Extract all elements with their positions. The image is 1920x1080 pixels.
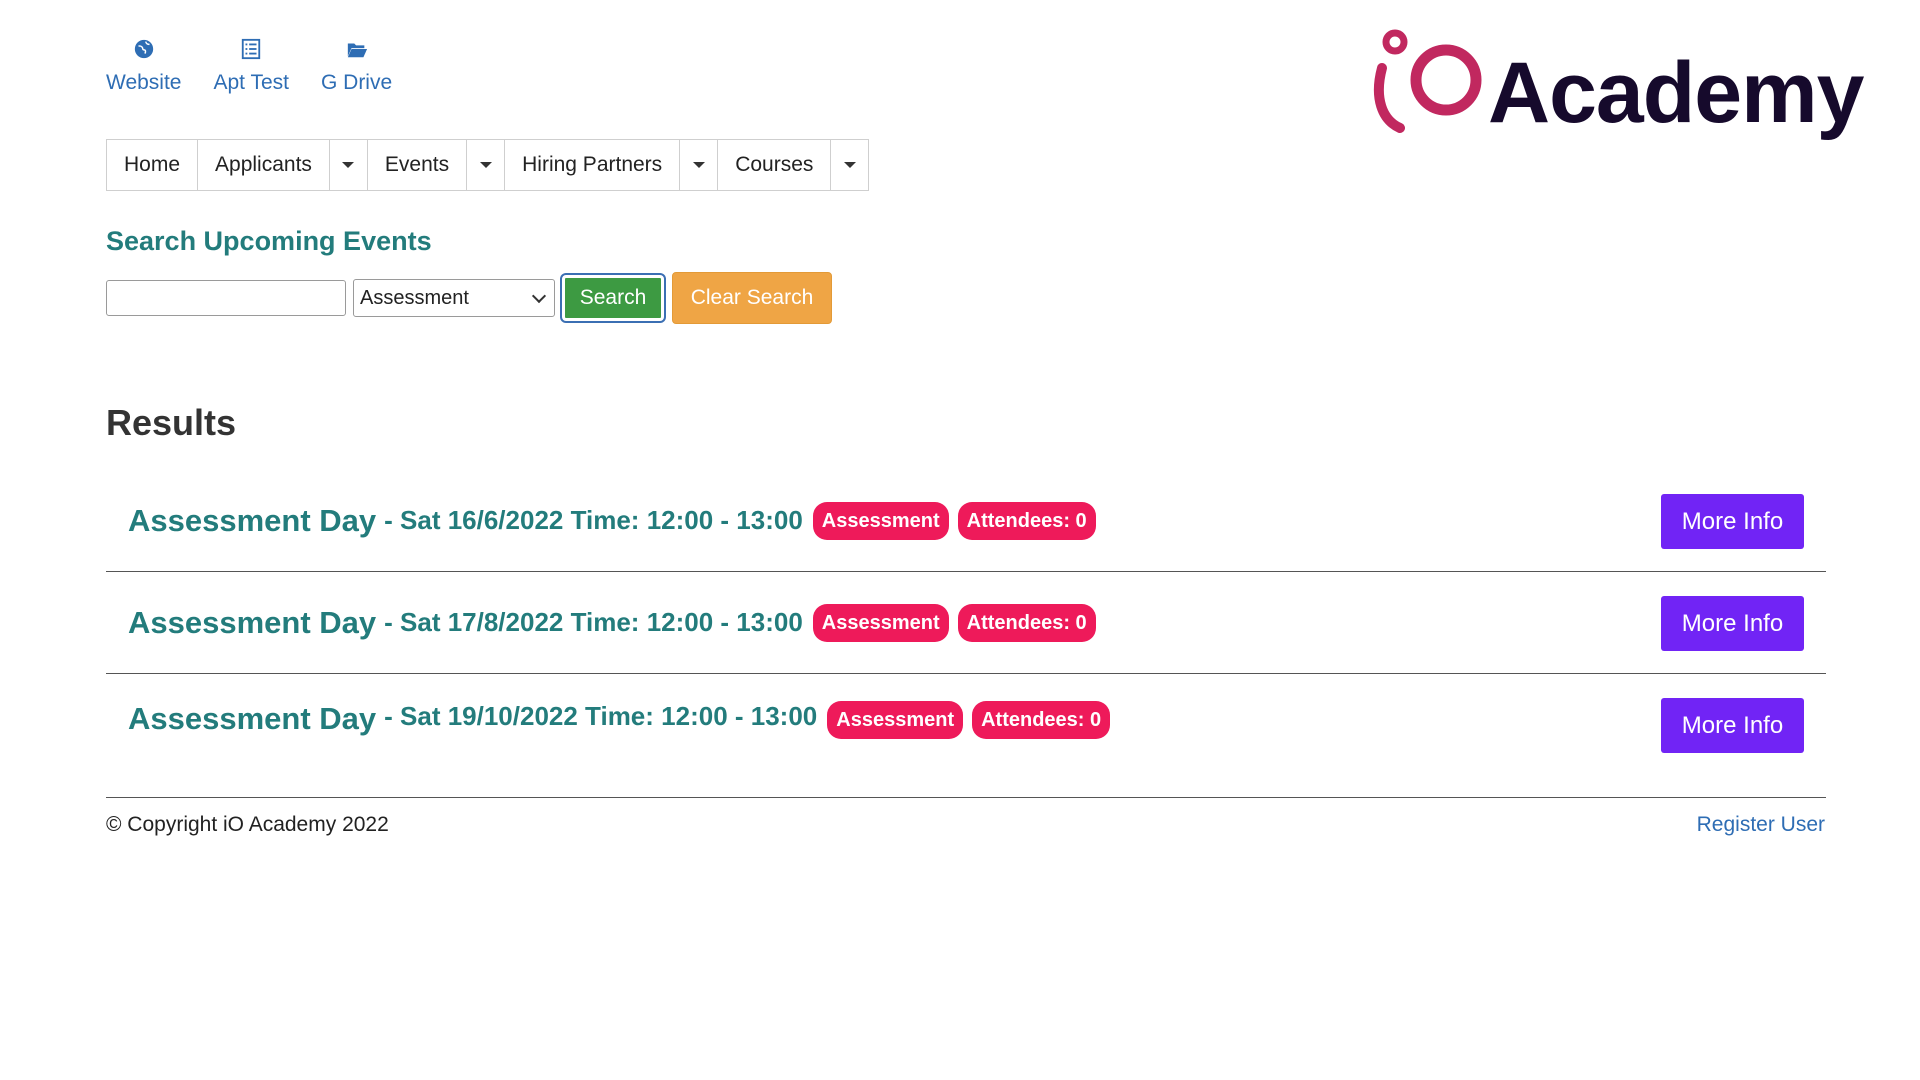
folder-open-icon [346,38,368,71]
main-nav: Home Applicants Events Hiring Partners C… [106,139,870,191]
event-type-select[interactable]: Assessment [353,279,555,317]
chevron-down-icon [531,288,547,303]
results-list: Assessment Day - Sat 16/6/2022 Time: 12:… [106,470,1826,798]
copyright-text: © Copyright iO Academy 2022 [106,813,389,836]
event-details: - Sat 16/6/2022 Time: 12:00 - 13:00 [384,505,803,535]
search-button[interactable]: Search [562,275,664,321]
event-type-badge: Assessment [812,501,949,540]
event-type-badge: Assessment [827,701,964,739]
caret-down-icon [479,162,492,168]
event-type-selected: Assessment [360,286,469,309]
nav-home[interactable]: Home [107,140,199,190]
search-title: Search Upcoming Events [106,226,432,256]
search-form: Assessment Search Clear Search [106,272,832,324]
clear-search-button[interactable]: Clear Search [672,272,832,324]
list-item: Assessment Day - Sat 19/10/2022 Time: 12… [106,674,1826,798]
apt-test-link[interactable]: Apt Test [213,38,289,95]
attendees-badge: Attendees: 0 [957,501,1096,540]
event-details: - Sat 19/10/2022 Time: 12:00 - 13:00 [384,701,818,731]
event-name: Assessment Day [128,502,377,538]
website-link[interactable]: Website [106,38,181,95]
nav-hiring-partners[interactable]: Hiring Partners [505,140,681,190]
g-drive-label: G Drive [320,71,393,94]
io-logo-mark-icon [1373,29,1482,133]
nav-applicants-dropdown[interactable] [330,140,368,190]
list-item: Assessment Day - Sat 16/6/2022 Time: 12:… [106,470,1826,572]
io-academy-logo: Academy [1370,28,1864,148]
event-name: Assessment Day [128,701,377,736]
nav-hiring-partners-dropdown[interactable] [680,140,719,190]
list-icon [240,38,262,71]
event-type-badge: Assessment [812,603,949,642]
quick-links: Website Apt Test G Drive [106,38,424,95]
website-label: Website [106,71,182,94]
more-info-button[interactable]: More Info [1661,596,1804,651]
more-info-button[interactable]: More Info [1661,494,1804,549]
apt-test-label: Apt Test [213,71,289,94]
attendees-badge: Attendees: 0 [957,603,1096,642]
list-item: Assessment Day - Sat 17/8/2022 Time: 12:… [106,572,1826,674]
globe-icon [133,38,155,71]
results-title: Results [106,402,237,443]
nav-courses[interactable]: Courses [718,140,832,190]
register-user-link[interactable]: Register User [1697,813,1825,837]
event-name: Assessment Day [128,604,377,640]
logo-text: Academy [1488,45,1864,141]
caret-down-icon [843,162,856,168]
more-info-button[interactable]: More Info [1661,698,1804,753]
g-drive-link[interactable]: G Drive [321,38,392,95]
caret-down-icon [342,162,355,168]
search-input[interactable] [106,280,346,316]
attendees-badge: Attendees: 0 [972,701,1111,739]
nav-events-dropdown[interactable] [467,140,506,190]
event-details: - Sat 17/8/2022 Time: 12:00 - 13:00 [384,607,803,637]
nav-events[interactable]: Events [368,140,468,190]
caret-down-icon [692,162,705,168]
nav-applicants[interactable]: Applicants [198,140,330,190]
nav-courses-dropdown[interactable] [831,140,868,190]
